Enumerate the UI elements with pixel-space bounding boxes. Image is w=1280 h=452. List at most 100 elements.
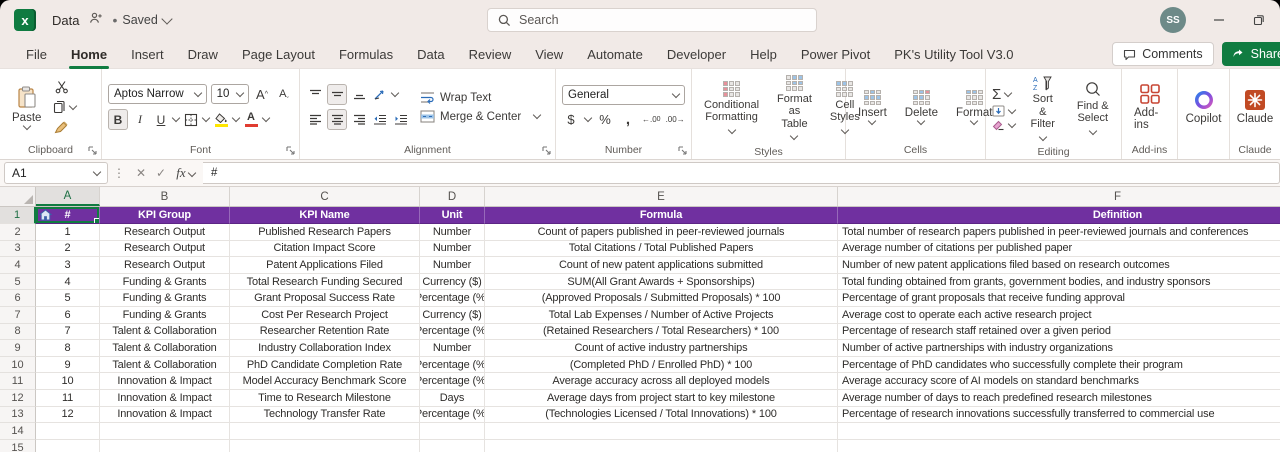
cell-a9[interactable]: 8 <box>36 340 100 357</box>
cell-c14[interactable] <box>230 423 420 440</box>
format-painter-button[interactable] <box>53 119 70 136</box>
select-all-corner[interactable] <box>0 187 36 206</box>
cell-d6[interactable]: Percentage (%) <box>420 290 485 307</box>
name-box[interactable]: A1 <box>4 162 108 184</box>
cell-b9[interactable]: Talent & Collaboration <box>100 340 230 357</box>
align-bottom-button[interactable] <box>350 85 368 104</box>
autosum-button[interactable]: Σ <box>992 87 1015 102</box>
chevron-down-icon[interactable] <box>172 114 180 122</box>
decrease-decimal-button[interactable]: .00→ <box>666 110 685 129</box>
chevron-down-icon[interactable] <box>232 114 240 122</box>
cell-d12[interactable]: Days <box>420 390 485 407</box>
row-header-9[interactable]: 9 <box>0 340 36 357</box>
row-header-3[interactable]: 3 <box>0 241 36 258</box>
cell-a1[interactable]: # <box>36 207 100 224</box>
decrease-font-size-button[interactable]: Aˬ <box>275 85 293 104</box>
cell-f10[interactable]: Percentage of PhD candidates who success… <box>838 357 1280 374</box>
alignment-dialog-launcher-icon[interactable] <box>542 146 551 155</box>
cell-b6[interactable]: Funding & Grants <box>100 290 230 307</box>
cell-e12[interactable]: Average days from project start to key m… <box>485 390 838 407</box>
cell-e14[interactable] <box>485 423 838 440</box>
cell-b13[interactable]: Innovation & Impact <box>100 407 230 424</box>
tab-developer[interactable]: Developer <box>655 43 738 66</box>
cell-f14[interactable] <box>838 423 1280 440</box>
cell-e11[interactable]: Average accuracy across all deployed mod… <box>485 373 838 390</box>
cell-e10[interactable]: (Completed PhD / Enrolled PhD) * 100 <box>485 357 838 374</box>
cell-c7[interactable]: Cost Per Research Project <box>230 307 420 324</box>
cut-button[interactable] <box>53 78 70 95</box>
underline-button[interactable]: U <box>152 110 170 129</box>
formula-input[interactable]: # <box>203 162 1280 184</box>
confirm-entry-button[interactable]: ✓ <box>151 166 171 180</box>
cell-d8[interactable]: Percentage (%) <box>420 324 485 341</box>
fill-button[interactable] <box>992 105 1015 117</box>
row-header-1[interactable]: 1 <box>0 207 36 224</box>
row-header-8[interactable]: 8 <box>0 324 36 341</box>
cell-e15[interactable] <box>485 440 838 452</box>
col-header-e[interactable]: E <box>485 187 838 206</box>
cell-e7[interactable]: Total Lab Expenses / Number of Active Pr… <box>485 307 838 324</box>
cell-c1[interactable]: KPI Name <box>230 207 420 224</box>
comments-button[interactable]: Comments <box>1112 42 1213 66</box>
align-left-button[interactable] <box>306 110 324 129</box>
cell-c10[interactable]: PhD Candidate Completion Rate <box>230 357 420 374</box>
claude-button[interactable]: Claude <box>1231 87 1279 127</box>
cell-c6[interactable]: Grant Proposal Success Rate <box>230 290 420 307</box>
paste-button[interactable]: Paste <box>6 84 47 131</box>
cell-b10[interactable]: Talent & Collaboration <box>100 357 230 374</box>
excel-app-icon[interactable]: x <box>14 9 36 31</box>
cell-b1[interactable]: KPI Group <box>100 207 230 224</box>
cell-b7[interactable]: Funding & Grants <box>100 307 230 324</box>
cell-f13[interactable]: Percentage of research innovations succe… <box>838 407 1280 424</box>
cell-a2[interactable]: 1 <box>36 224 100 241</box>
cell-e13[interactable]: (Technologies Licensed / Total Innovatio… <box>485 407 838 424</box>
cell-a15[interactable] <box>36 440 100 452</box>
name-box-resize-handle[interactable]: ⋮ <box>113 166 126 180</box>
row-header-6[interactable]: 6 <box>0 290 36 307</box>
align-center-button[interactable] <box>327 109 347 130</box>
bold-button[interactable]: B <box>108 109 128 130</box>
italic-button[interactable]: I <box>131 110 149 129</box>
cell-f8[interactable]: Percentage of research staff retained ov… <box>838 324 1280 341</box>
cell-b3[interactable]: Research Output <box>100 241 230 258</box>
increase-font-size-button[interactable]: A^ <box>253 85 271 104</box>
tab-review[interactable]: Review <box>457 43 524 66</box>
cell-a10[interactable]: 9 <box>36 357 100 374</box>
col-header-f[interactable]: F <box>838 187 1280 206</box>
cell-f12[interactable]: Average number of days to reach predefin… <box>838 390 1280 407</box>
cell-f7[interactable]: Average cost to operate each active rese… <box>838 307 1280 324</box>
tab-help[interactable]: Help <box>738 43 789 66</box>
cell-e5[interactable]: SUM(All Grant Awards + Sponsorships) <box>485 274 838 291</box>
cell-a12[interactable]: 11 <box>36 390 100 407</box>
cell-b11[interactable]: Innovation & Impact <box>100 373 230 390</box>
delete-cells-button[interactable]: Delete <box>899 88 944 127</box>
cell-d7[interactable]: Currency ($) <box>420 307 485 324</box>
cell-d14[interactable] <box>420 423 485 440</box>
align-middle-button[interactable] <box>327 84 347 105</box>
row-header-10[interactable]: 10 <box>0 357 36 374</box>
cell-a14[interactable] <box>36 423 100 440</box>
comma-format-button[interactable]: , <box>619 110 637 129</box>
cell-b8[interactable]: Talent & Collaboration <box>100 324 230 341</box>
tab-pk-s-utility-tool-v3-0[interactable]: PK's Utility Tool V3.0 <box>882 43 1025 66</box>
font-dialog-launcher-icon[interactable] <box>286 146 295 155</box>
cancel-entry-button[interactable]: ✕ <box>131 166 151 180</box>
cell-c3[interactable]: Citation Impact Score <box>230 241 420 258</box>
borders-button[interactable] <box>182 110 200 129</box>
cell-c11[interactable]: Model Accuracy Benchmark Score <box>230 373 420 390</box>
cell-a11[interactable]: 10 <box>36 373 100 390</box>
chevron-down-icon[interactable] <box>202 114 210 122</box>
tab-file[interactable]: File <box>14 43 59 66</box>
restore-window-button[interactable] <box>1252 13 1266 27</box>
wrap-text-button[interactable]: Wrap Text <box>420 91 491 104</box>
cell-f2[interactable]: Total number of research papers publishe… <box>838 224 1280 241</box>
find-select-button[interactable]: Find &Select <box>1070 79 1115 140</box>
cell-e9[interactable]: Count of active industry partnerships <box>485 340 838 357</box>
addins-button[interactable]: Add-ins <box>1128 81 1171 133</box>
cell-d5[interactable]: Currency ($) <box>420 274 485 291</box>
tab-automate[interactable]: Automate <box>575 43 655 66</box>
cell-d4[interactable]: Number <box>420 257 485 274</box>
cell-e1[interactable]: Formula <box>485 207 838 224</box>
cell-b5[interactable]: Funding & Grants <box>100 274 230 291</box>
cell-c13[interactable]: Technology Transfer Rate <box>230 407 420 424</box>
